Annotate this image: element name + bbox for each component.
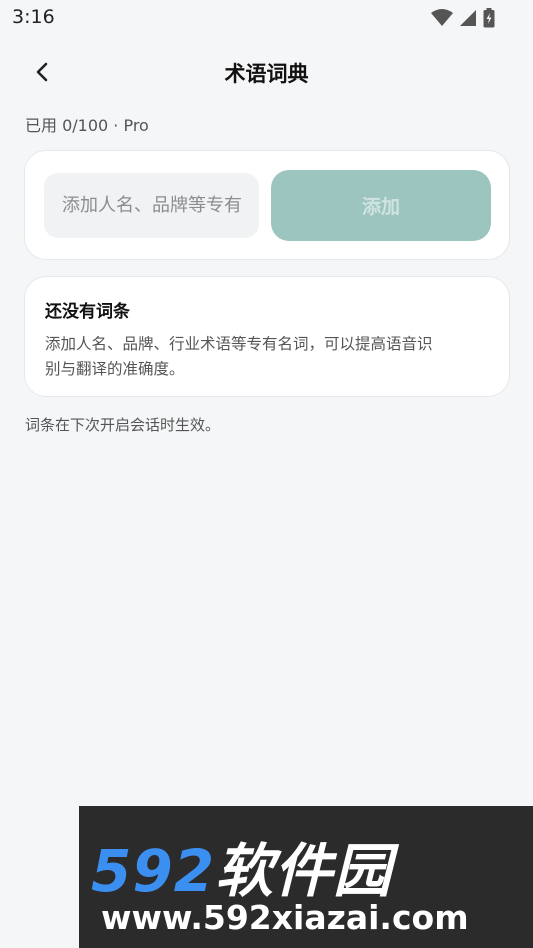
signal-icon [460, 10, 476, 26]
watermark-logo: 592软件园 [91, 824, 392, 908]
battery-icon [483, 8, 495, 28]
app-bar: 术语词典 [0, 44, 533, 100]
watermark-logo-number: 592 [91, 837, 216, 905]
add-term-card: 添加 [24, 150, 510, 260]
watermark-url: www.592xiazai.com [101, 898, 469, 937]
empty-state-description: 添加人名、品牌、行业术语等专有名词，可以提高语音识 别与翻译的准确度。 [45, 332, 489, 382]
empty-state-card: 还没有词条 添加人名、品牌、行业术语等专有名词，可以提高语音识 别与翻译的准确度… [24, 276, 510, 397]
usage-counter: 已用 0/100 · Pro [25, 116, 149, 135]
empty-state-description-line-1: 添加人名、品牌、行业术语等专有名词，可以提高语音识 [45, 335, 433, 353]
status-time: 3:16 [12, 6, 55, 28]
watermark-logo-name: 软件园 [215, 837, 393, 905]
add-button[interactable]: 添加 [271, 170, 491, 241]
status-icons [431, 8, 495, 28]
empty-state-description-line-2: 别与翻译的准确度。 [45, 360, 185, 378]
empty-state-title: 还没有词条 [45, 302, 130, 322]
wifi-icon [431, 9, 453, 26]
status-bar: 3:16 [0, 0, 533, 36]
page-title: 术语词典 [224, 62, 309, 86]
term-input[interactable] [44, 173, 259, 238]
effective-note: 词条在下次开启会话时生效。 [25, 416, 221, 434]
watermark-banner: 592软件园 www.592xiazai.com [79, 806, 533, 948]
